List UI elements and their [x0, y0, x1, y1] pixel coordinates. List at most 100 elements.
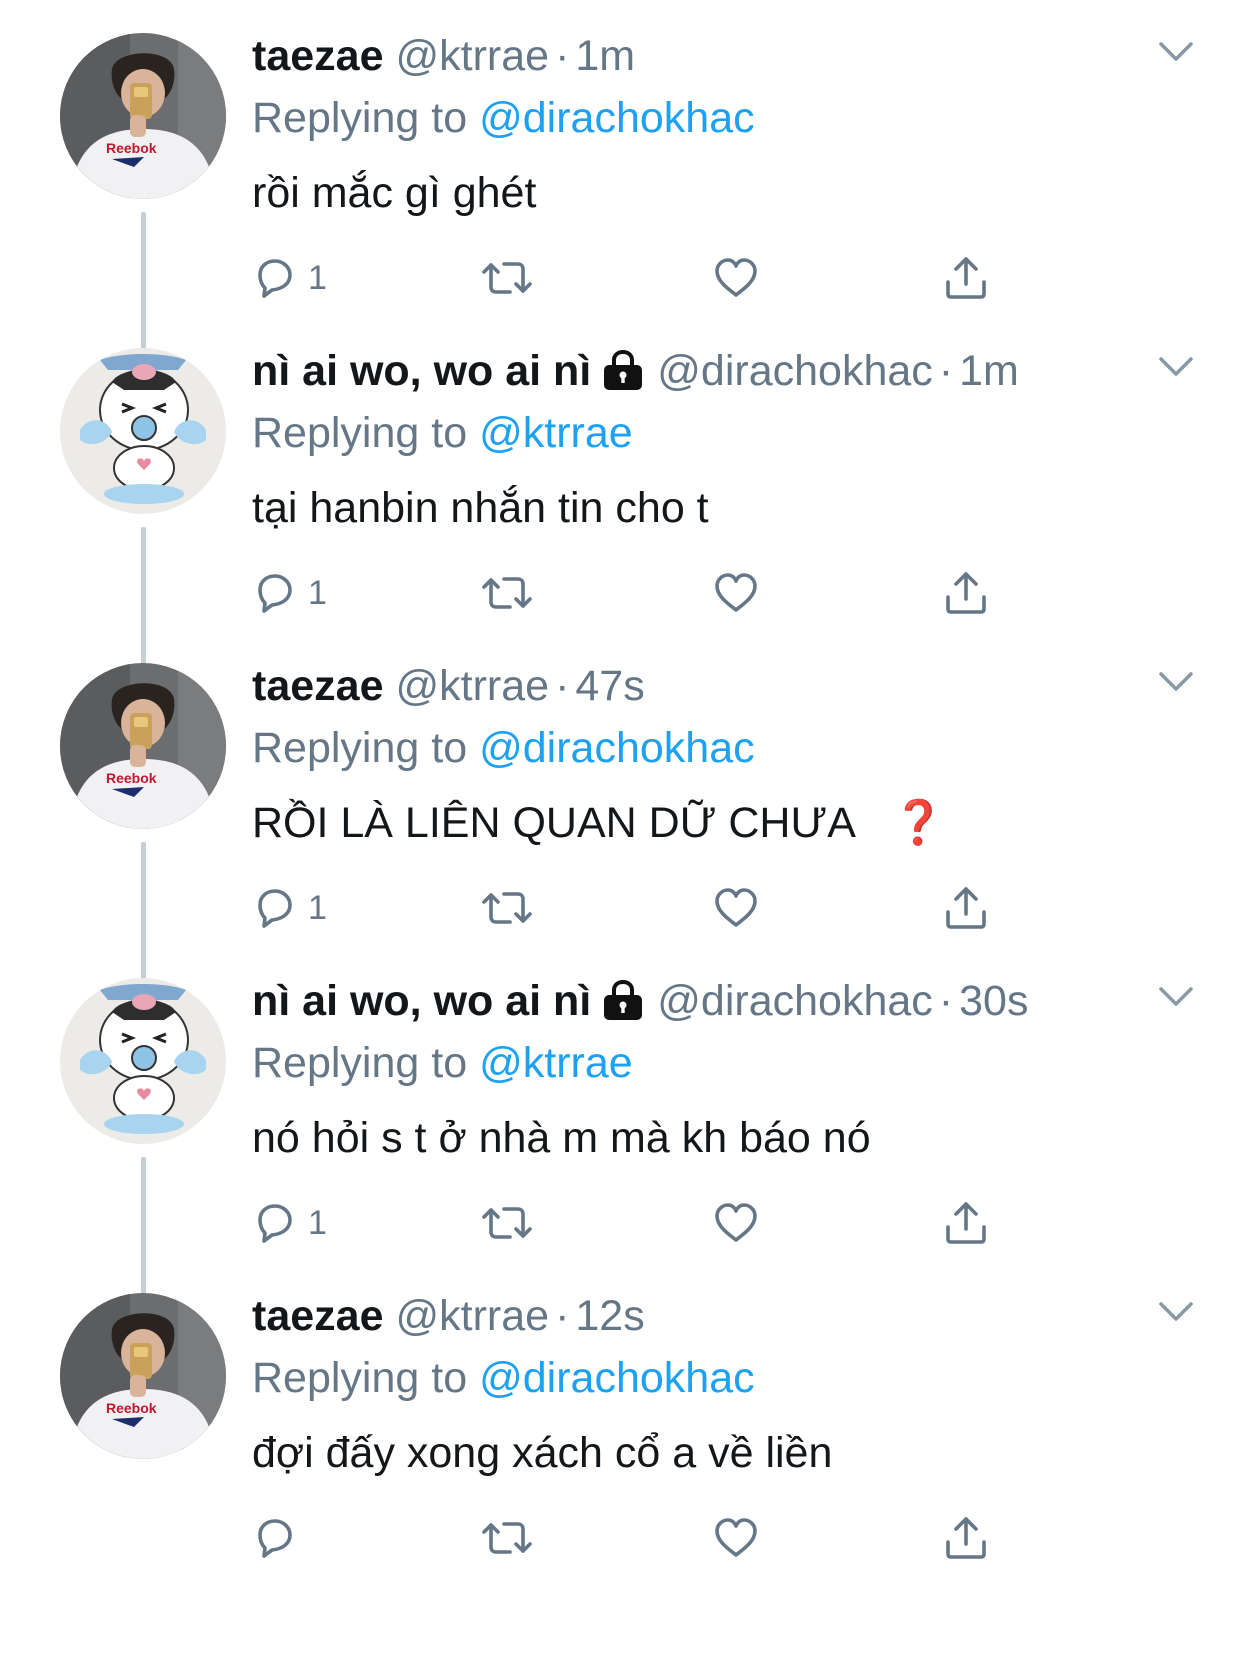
user-avatar[interactable]: Reebok [60, 663, 226, 829]
like-button[interactable] [712, 1510, 760, 1566]
replying-to-handle[interactable]: @dirachokhac [479, 1354, 755, 1402]
replying-to-line: Replying to @ktrrae [252, 405, 633, 461]
reply-button[interactable]: 1 [252, 250, 327, 306]
display-name[interactable]: nì ai wo, wo ai nì [252, 347, 591, 395]
reply-button[interactable]: 1 [252, 565, 327, 621]
share-icon [942, 254, 990, 302]
like-icon [712, 1200, 760, 1246]
reply-button[interactable]: 1 [252, 880, 327, 936]
user-avatar[interactable]: Reebok [60, 1293, 226, 1459]
tweet-actions [252, 1510, 1012, 1566]
tweet-timestamp[interactable]: 1m [575, 32, 635, 80]
tweet-text: rồi mắc gì ghét [252, 165, 536, 221]
separator-dot: · [938, 977, 954, 1025]
svg-text:Reebok: Reebok [106, 140, 157, 156]
tweet-header: taezae @ktrrae · 1m [252, 28, 635, 84]
share-button[interactable] [942, 1195, 990, 1251]
svg-text:Reebok: Reebok [106, 1400, 157, 1416]
display-name[interactable]: taezae [252, 662, 383, 710]
tweet[interactable]: Reebok taezae @ktrrae · 1m Replying to @dir… [0, 0, 1242, 355]
replying-to-line: Replying to @ktrrae [252, 1035, 633, 1091]
user-handle[interactable]: @ktrrae [395, 662, 549, 710]
tweet-header: nì ai wo, wo ai nì @dirachokhac · 30s [252, 973, 1028, 1029]
user-handle[interactable]: @dirachokhac [657, 977, 933, 1025]
tweet-actions: 1 [252, 880, 1012, 936]
chevron-down-icon[interactable] [1158, 40, 1194, 64]
tweet-timestamp[interactable]: 30s [959, 977, 1028, 1025]
like-button[interactable] [712, 565, 760, 621]
like-button[interactable] [712, 1195, 760, 1251]
tweet[interactable]: nì ai wo, wo ai nì @dirachokhac · 1m Replyi… [0, 315, 1242, 670]
tweet-timestamp[interactable]: 47s [575, 662, 644, 710]
chevron-down-icon[interactable] [1158, 985, 1194, 1009]
share-icon [942, 569, 990, 617]
retweet-icon [480, 255, 534, 301]
user-avatar[interactable] [60, 348, 226, 514]
tweet-actions: 1 [252, 250, 1012, 306]
tweet-text-content: tại hanbin nhắn tin cho t [252, 484, 709, 532]
replying-label: Replying to [252, 1354, 468, 1402]
share-icon [942, 1199, 990, 1247]
replying-to-handle[interactable]: @ktrrae [479, 1039, 633, 1087]
user-handle[interactable]: @dirachokhac [657, 347, 933, 395]
like-icon [712, 885, 760, 931]
like-button[interactable] [712, 250, 760, 306]
replying-label: Replying to [252, 94, 468, 142]
user-handle[interactable]: @ktrrae [395, 1292, 549, 1340]
share-button[interactable] [942, 565, 990, 621]
replying-to-line: Replying to @dirachokhac [252, 90, 755, 146]
retweet-icon [480, 1515, 534, 1561]
retweet-button[interactable] [480, 1510, 534, 1566]
reply-icon [252, 570, 298, 616]
reply-icon [252, 885, 298, 931]
tweet-actions: 1 [252, 565, 1012, 621]
like-button[interactable] [712, 880, 760, 936]
reply-button[interactable]: 1 [252, 1195, 327, 1251]
reply-icon [252, 1200, 298, 1246]
reply-count: 1 [308, 573, 327, 612]
tweet-text-content: nó hỏi s t ở nhà m mà kh báo nó [252, 1114, 871, 1162]
tweet-text: nó hỏi s t ở nhà m mà kh báo nó [252, 1110, 871, 1166]
share-button[interactable] [942, 250, 990, 306]
chevron-down-icon[interactable] [1158, 670, 1194, 694]
separator-dot: · [938, 347, 954, 395]
retweet-button[interactable] [480, 250, 534, 306]
tweet-text-content: RỒI LÀ LIÊN QUAN DỮ CHƯA [252, 799, 856, 847]
share-button[interactable] [942, 1510, 990, 1566]
replying-to-handle[interactable]: @ktrrae [479, 409, 633, 457]
svg-text:Reebok: Reebok [106, 770, 157, 786]
like-icon [712, 1515, 760, 1561]
share-icon [942, 1514, 990, 1562]
user-avatar[interactable]: Reebok [60, 33, 226, 199]
replying-label: Replying to [252, 1039, 468, 1087]
display-name[interactable]: taezae [252, 1292, 383, 1340]
chevron-down-icon[interactable] [1158, 1300, 1194, 1324]
tweet-header: taezae @ktrrae · 12s [252, 1288, 645, 1344]
replying-to-handle[interactable]: @dirachokhac [479, 724, 755, 772]
retweet-icon [480, 885, 534, 931]
reply-count: 1 [308, 888, 327, 927]
user-avatar[interactable] [60, 978, 226, 1144]
replying-to-handle[interactable]: @dirachokhac [479, 94, 755, 142]
display-name[interactable]: taezae [252, 32, 383, 80]
tweet-header: nì ai wo, wo ai nì @dirachokhac · 1m [252, 343, 1019, 399]
reply-count: 1 [308, 1203, 327, 1242]
lock-icon [601, 349, 645, 391]
tweet-text: tại hanbin nhắn tin cho t [252, 480, 709, 536]
retweet-button[interactable] [480, 565, 534, 621]
user-handle[interactable]: @ktrrae [395, 32, 549, 80]
retweet-button[interactable] [480, 880, 534, 936]
reply-button[interactable] [252, 1510, 308, 1566]
tweet-timestamp[interactable]: 1m [959, 347, 1019, 395]
chevron-down-icon[interactable] [1158, 355, 1194, 379]
tweet[interactable]: Reebok taezae @ktrrae · 47s Replying to @di… [0, 630, 1242, 985]
share-button[interactable] [942, 880, 990, 936]
tweet[interactable]: nì ai wo, wo ai nì @dirachokhac · 30s Reply… [0, 945, 1242, 1300]
tweet[interactable]: Reebok taezae @ktrrae · 12s Replying to @di… [0, 1260, 1242, 1596]
tweet-timestamp[interactable]: 12s [575, 1292, 644, 1340]
question-mark-emoji: ❓ [891, 799, 946, 847]
display-name[interactable]: nì ai wo, wo ai nì [252, 977, 591, 1025]
retweet-button[interactable] [480, 1195, 534, 1251]
tweet-text: đợi đấy xong xách cổ a về liền [252, 1425, 832, 1481]
retweet-icon [480, 570, 534, 616]
